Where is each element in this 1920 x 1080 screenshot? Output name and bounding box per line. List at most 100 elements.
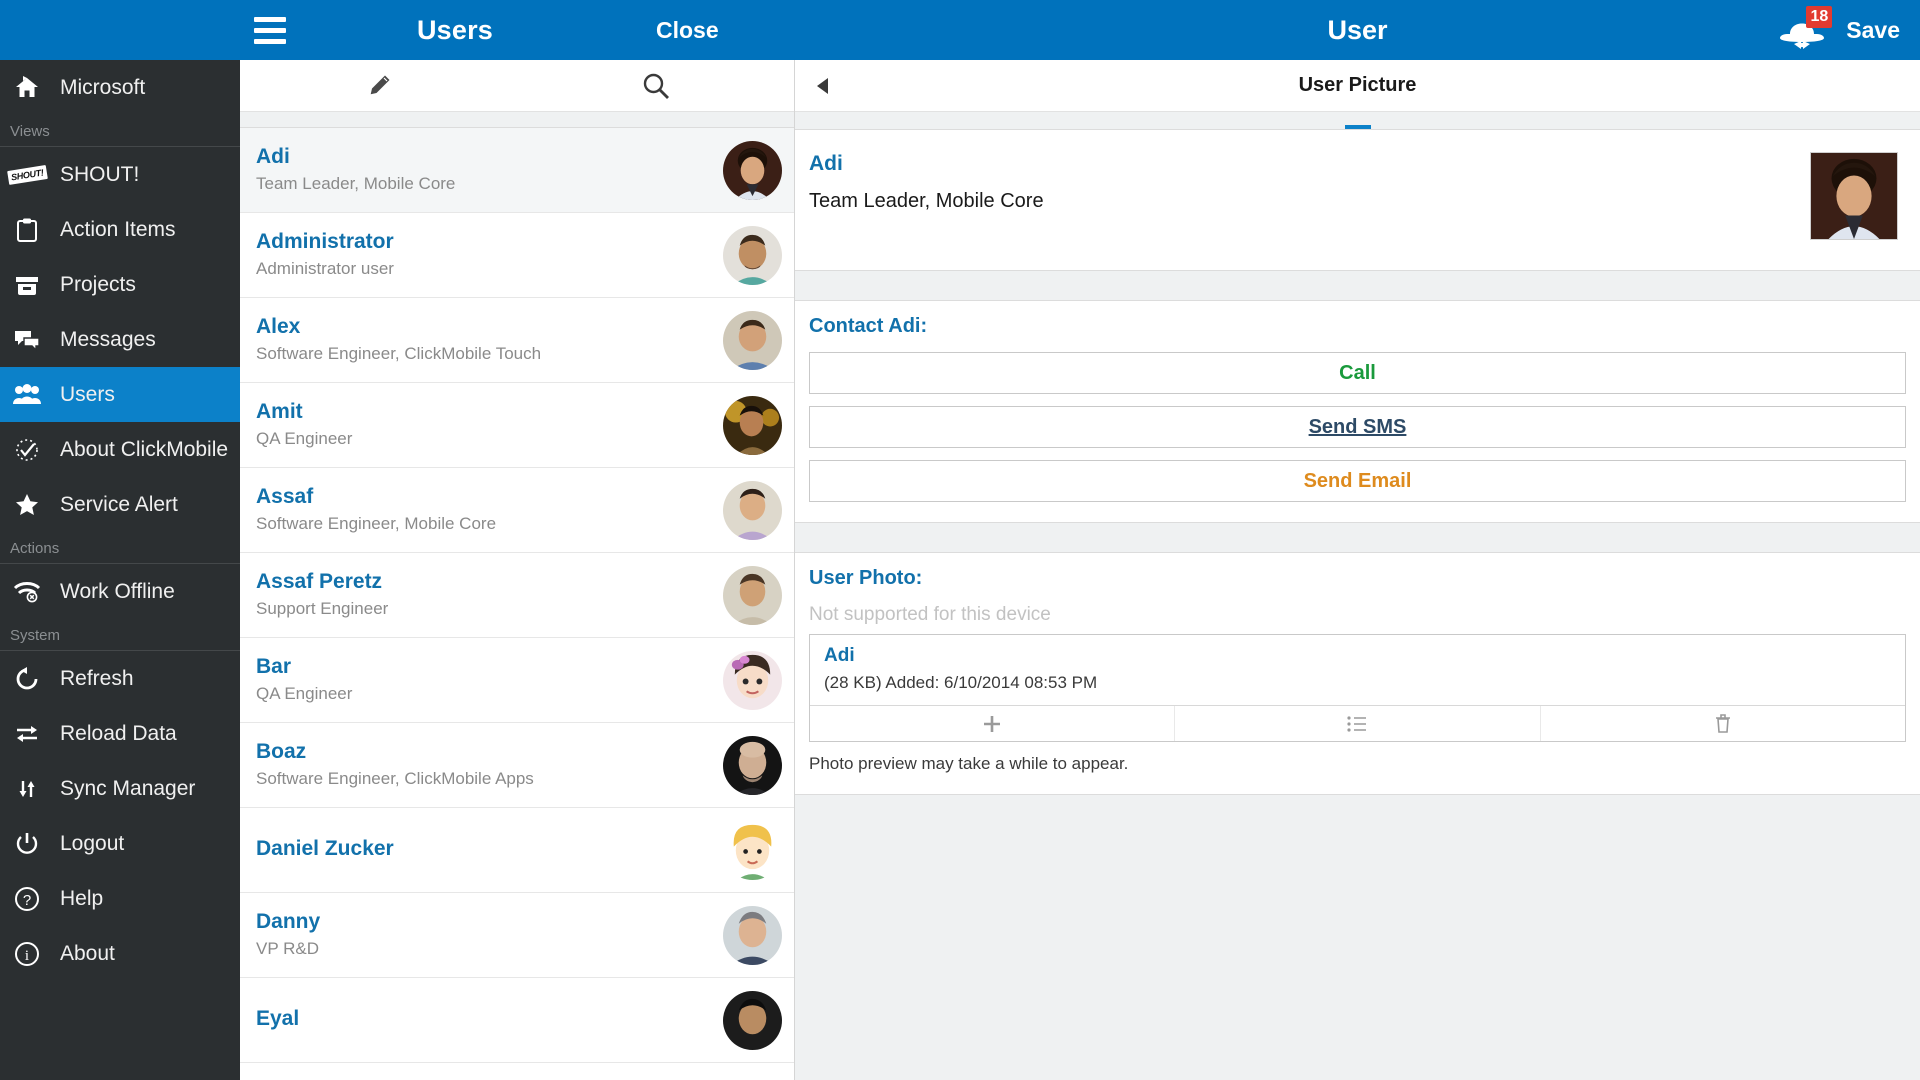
detail-filler [795, 795, 1920, 1035]
sidebar-item-help[interactable]: ? Help [0, 871, 240, 926]
sync-updown-icon [10, 777, 44, 801]
users-group-icon [10, 383, 44, 406]
list-item-name: Assaf [256, 485, 314, 509]
sidebar-group-system: System [0, 619, 240, 651]
list-item-text: Adi Team Leader, Mobile Core [256, 144, 723, 195]
avatar [723, 310, 782, 370]
send-sms-button[interactable]: Send SMS [809, 406, 1906, 448]
sidebar-item-users[interactable]: Users [0, 367, 240, 422]
list-item[interactable]: Assaf Software Engineer, Mobile Core [240, 468, 794, 553]
notification-badge: 18 [1806, 6, 1833, 28]
pencil-icon[interactable] [240, 60, 517, 112]
sidebar-item-label: Messages [60, 327, 156, 351]
list-item-role: Software Engineer, Mobile Core [256, 513, 497, 533]
detail-tab-strip[interactable] [795, 112, 1920, 130]
list-item-text: Administrator Administrator user [256, 229, 723, 280]
star-icon [10, 492, 44, 518]
list-item-text: Boaz Software Engineer, ClickMobile Apps [256, 739, 723, 790]
shout-hat-icon[interactable]: 18 [1776, 6, 1833, 52]
list-item-text: Danny VP R&D [256, 909, 723, 960]
users-list-panel: Adi Team Leader, Mobile Core Administrat… [240, 60, 795, 1080]
sidebar-group-views: Views [0, 115, 240, 147]
trash-icon[interactable] [1541, 706, 1905, 741]
sidebar: Microsoft Views SHOUT! SHOUT! Action Ite… [0, 60, 240, 1080]
list-item[interactable]: Daniel Zucker [240, 808, 794, 893]
user-role: Team Leader, Mobile Core [809, 190, 1044, 212]
list-item-role: VP R&D [256, 938, 319, 958]
avatar [723, 395, 782, 455]
contact-section-title: Contact Adi: [809, 315, 928, 337]
sidebar-item-logout[interactable]: Logout [0, 816, 240, 871]
avatar [723, 905, 782, 965]
list-item-text: Assaf Peretz Support Engineer [256, 569, 723, 620]
users-list[interactable]: Adi Team Leader, Mobile Core Administrat… [240, 128, 794, 1080]
sidebar-item-label: Work Offline [60, 579, 175, 603]
list-item[interactable]: Administrator Administrator user [240, 213, 794, 298]
sidebar-item-home[interactable]: Microsoft [0, 60, 240, 115]
detail-toolbar-title: User Picture [1298, 74, 1417, 96]
plus-icon[interactable] [810, 706, 1176, 741]
detail-panel-title: User [1327, 14, 1388, 45]
detail-scroll-area[interactable]: Adi Team Leader, Mobile Core Contact Adi… [795, 130, 1920, 1080]
check-clock-icon [10, 437, 44, 463]
sidebar-item-action-items[interactable]: Action Items [0, 202, 240, 257]
user-picture [1810, 152, 1898, 240]
sidebar-item-work-offline[interactable]: Work Offline [0, 564, 240, 619]
sidebar-home-label: Microsoft [60, 75, 146, 99]
user-header-card: Adi Team Leader, Mobile Core [795, 130, 1920, 271]
attachment-name: Adi [824, 645, 855, 666]
sidebar-item-about[interactable]: i About [0, 926, 240, 981]
sidebar-item-label: About ClickMobile [60, 437, 229, 461]
tab-indicator [1344, 125, 1371, 129]
attachment-card[interactable]: Adi (28 KB) Added: 6/10/2014 08:53 PM [809, 634, 1906, 742]
list-item-text: Amit QA Engineer [256, 399, 723, 450]
archive-box-icon [10, 273, 44, 297]
sidebar-item-refresh[interactable]: Refresh [0, 651, 240, 706]
hamburger-icon[interactable] [240, 0, 300, 60]
avatar [723, 650, 782, 710]
list-item[interactable]: Danny VP R&D [240, 893, 794, 978]
sidebar-item-label: Reload Data [60, 721, 177, 745]
list-item[interactable]: Assaf Peretz Support Engineer [240, 553, 794, 638]
back-triangle-icon[interactable] [795, 76, 851, 96]
home-icon [10, 75, 44, 101]
list-icon[interactable] [1175, 706, 1541, 741]
detail-toolbar: User Picture [795, 60, 1920, 112]
sidebar-item-label: Action Items [60, 217, 176, 241]
reload-arrows-icon [10, 723, 44, 745]
list-item[interactable]: Boaz Software Engineer, ClickMobile Apps [240, 723, 794, 808]
sidebar-item-shout[interactable]: SHOUT! SHOUT! [0, 147, 240, 202]
list-item-name: Bar [256, 655, 292, 679]
close-button[interactable]: Close [656, 17, 719, 44]
call-button[interactable]: Call [809, 352, 1906, 394]
sidebar-item-label: About [60, 941, 115, 965]
sidebar-item-about-clickmobile[interactable]: About ClickMobile [0, 422, 240, 477]
sidebar-item-messages[interactable]: Messages [0, 312, 240, 367]
sidebar-item-reload-data[interactable]: Reload Data [0, 706, 240, 761]
not-supported-message: Not supported for this device [809, 604, 1051, 625]
section-gap [795, 271, 1920, 301]
send-email-button[interactable]: Send Email [809, 460, 1906, 502]
list-item[interactable]: Amit QA Engineer [240, 383, 794, 468]
user-photo-section: User Photo: Not supported for this devic… [795, 553, 1920, 795]
list-item-role: QA Engineer [256, 428, 353, 448]
list-item-role: Software Engineer, ClickMobile Touch [256, 343, 542, 363]
avatar [723, 225, 782, 285]
list-item[interactable]: Alex Software Engineer, ClickMobile Touc… [240, 298, 794, 383]
photo-preview-hint: Photo preview may take a while to appear… [809, 754, 1129, 773]
list-item[interactable]: Eyal [240, 978, 794, 1063]
list-item-name: Daniel Zucker [256, 836, 394, 860]
list-item-name: Amit [256, 400, 303, 424]
sidebar-item-projects[interactable]: Projects [0, 257, 240, 312]
list-item-text: Eyal [256, 1006, 723, 1034]
search-icon[interactable] [517, 60, 794, 112]
save-button[interactable]: Save [1846, 17, 1900, 44]
sidebar-item-service-alert[interactable]: Service Alert [0, 477, 240, 532]
sidebar-item-label: Projects [60, 272, 136, 296]
sidebar-item-sync-manager[interactable]: Sync Manager [0, 761, 240, 816]
list-item-text: Assaf Software Engineer, Mobile Core [256, 484, 723, 535]
list-item[interactable]: Bar QA Engineer [240, 638, 794, 723]
list-item[interactable]: Adi Team Leader, Mobile Core [240, 128, 794, 213]
list-item-text: Daniel Zucker [256, 836, 723, 864]
avatar [723, 990, 782, 1050]
